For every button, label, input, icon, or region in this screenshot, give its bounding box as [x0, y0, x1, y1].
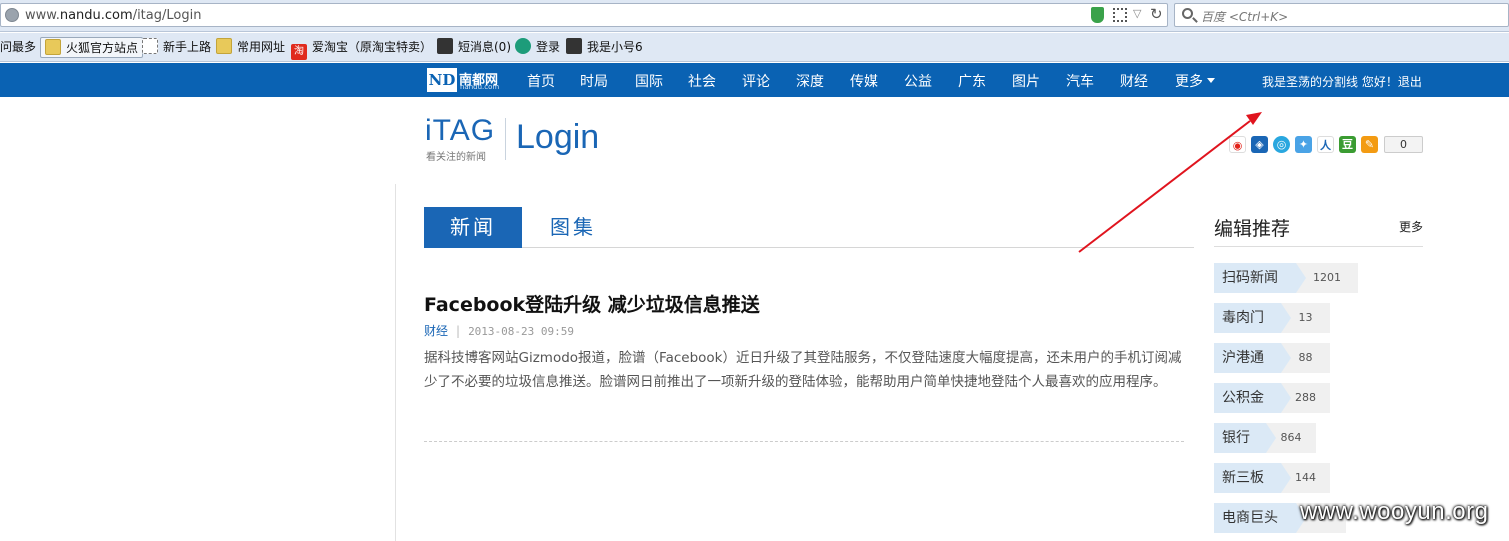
bookmark-firefox-site[interactable]: 火狐官方站点 — [40, 37, 144, 58]
sidebar-divider — [1214, 246, 1423, 247]
tag-name: 公积金 — [1214, 383, 1281, 413]
bookmark-login[interactable]: 登录 — [515, 37, 560, 58]
tag-name: 银行 — [1214, 423, 1266, 453]
bookmark-common-sites[interactable]: 常用网址 — [216, 37, 285, 58]
kaixin-icon[interactable]: ✎ — [1361, 136, 1378, 153]
share-count: 0 — [1384, 136, 1423, 153]
bookmark-aitaobao[interactable]: 淘爱淘宝（原淘宝特卖） — [291, 37, 433, 60]
nav-international[interactable]: 国际 — [635, 71, 663, 91]
logo-domain: nandu.com — [460, 83, 500, 91]
nav-finance[interactable]: 财经 — [1120, 71, 1148, 91]
taobao-icon: 淘 — [291, 44, 307, 60]
nav-more-label: 更多 — [1175, 74, 1203, 90]
bookmark-label: 短消息(0) — [458, 40, 511, 54]
url-text[interactable]: www.nandu.com/itag/Login — [25, 8, 201, 23]
site-nav: ND 南都网 nandu.com 首页 时局 国际 社会 评论 深度 传媒 公益… — [0, 63, 1509, 97]
douban-icon[interactable]: 豆 — [1339, 136, 1356, 153]
chevron-down-icon[interactable]: ▽ — [1133, 7, 1141, 20]
tag-name: 扫码新闻 — [1214, 263, 1296, 293]
nav-home[interactable]: 首页 — [527, 71, 555, 91]
qzone-icon[interactable]: ◎ — [1273, 136, 1290, 153]
tag-arrow — [1281, 383, 1291, 413]
qr-code-icon[interactable] — [1113, 8, 1127, 22]
user-icon — [566, 38, 582, 54]
folder-icon — [45, 39, 61, 55]
caret-down-icon — [1207, 78, 1215, 83]
article-divider — [424, 441, 1184, 442]
nav-more[interactable]: 更多 — [1175, 71, 1215, 91]
bookmark-label: 问最多 — [0, 40, 37, 54]
sidebar-more-link[interactable]: 更多 — [1399, 218, 1423, 235]
bookmark-user[interactable]: 我是小号6 — [566, 37, 643, 58]
address-bar[interactable]: www.nandu.com/itag/Login ▽ ↻ — [0, 3, 1168, 27]
tag-name: 电商巨头 — [1214, 503, 1296, 533]
search-box[interactable]: 百度 <Ctrl+K> — [1174, 3, 1509, 27]
tencent-icon[interactable]: ✦ — [1295, 136, 1312, 153]
watermark: www.wooyun.org — [1300, 498, 1489, 525]
bookmark-messages[interactable]: 短消息(0) — [437, 37, 511, 58]
nav-auto[interactable]: 汽车 — [1066, 71, 1094, 91]
article-category[interactable]: 财经 — [424, 324, 448, 338]
header-divider — [505, 118, 506, 160]
tag-name: 新三板 — [1214, 463, 1281, 493]
nav-indepth[interactable]: 深度 — [796, 71, 824, 91]
nav-pictures[interactable]: 图片 — [1012, 71, 1040, 91]
article-title[interactable]: Facebook登陆升级 减少垃圾信息推送 — [424, 290, 760, 317]
bookmark-label: 火狐官方站点 — [66, 41, 139, 55]
tag-arrow — [1266, 423, 1276, 453]
tag-arrow — [1281, 463, 1291, 493]
user-greeting[interactable]: 我是圣荡的分割线 您好！退出 — [1262, 73, 1422, 90]
tag-arrow — [1296, 263, 1306, 293]
tag-arrow — [1281, 343, 1291, 373]
nav-commentary[interactable]: 评论 — [742, 71, 770, 91]
itag-logo[interactable]: iTAG 看关注的新闻 — [425, 114, 496, 163]
login-icon — [515, 38, 531, 54]
tag-name: 毒肉门 — [1214, 303, 1281, 333]
bookmark-label: 新手上路 — [163, 40, 212, 54]
tag-name: 沪港通 — [1214, 343, 1281, 373]
bookmark-most-visited[interactable]: 问最多 — [0, 37, 36, 58]
bookmark-label: 我是小号6 — [587, 40, 643, 54]
itag-tagline: 看关注的新闻 — [426, 152, 486, 163]
sidebar-title: 编辑推荐 — [1214, 218, 1291, 240]
refresh-icon[interactable]: ↻ — [1150, 5, 1163, 23]
tag-arrow — [1281, 303, 1291, 333]
shield-icon[interactable] — [1091, 7, 1104, 23]
tab-gallery[interactable]: 图集 — [524, 207, 622, 248]
meta-separator: | — [456, 324, 461, 338]
nav-charity[interactable]: 公益 — [904, 71, 932, 91]
browser-toolbar: www.nandu.com/itag/Login ▽ ↻ 百度 <Ctrl+K> — [0, 0, 1509, 32]
message-icon — [437, 38, 453, 54]
content-divider — [395, 184, 396, 541]
bookmarks-bar: 问最多 火狐官方站点 新手上路 常用网址 淘爱淘宝（原淘宝特卖） 短消息(0) … — [0, 33, 1509, 62]
bookmark-getting-started[interactable]: 新手上路 — [142, 37, 211, 58]
bookmark-label: 常用网址 — [237, 40, 286, 54]
qq-weibo-icon[interactable]: ◈ — [1251, 136, 1268, 153]
nav-guangdong[interactable]: 广东 — [958, 71, 986, 91]
article-meta: 财经 | 2013-08-23 09:59 — [424, 322, 574, 339]
page-title: Login — [516, 118, 600, 156]
nav-media[interactable]: 传媒 — [850, 71, 878, 91]
nav-politics[interactable]: 时局 — [580, 71, 608, 91]
logo-mark: ND — [427, 68, 457, 92]
bookmark-label: 登录 — [536, 40, 561, 54]
article-summary: 据科技博客网站Gizmodo报道，脸谱（Facebook）近日升级了其登陆服务，… — [424, 350, 1182, 390]
globe-icon — [5, 8, 19, 22]
bookmark-label: 爱淘宝（原淘宝特卖） — [312, 40, 433, 54]
search-input[interactable]: 百度 <Ctrl+K> — [1201, 8, 1288, 25]
article-date: 2013-08-23 09:59 — [468, 325, 575, 338]
tab-news[interactable]: 新闻 — [424, 207, 522, 248]
nav-society[interactable]: 社会 — [688, 71, 716, 91]
renren-icon[interactable]: 人 — [1317, 136, 1334, 153]
itag-wordmark: iTAG — [425, 114, 496, 147]
folder-icon — [216, 38, 232, 54]
search-icon[interactable] — [1182, 8, 1193, 19]
weibo-icon[interactable]: ◉ — [1229, 136, 1246, 153]
page-icon — [142, 38, 158, 54]
